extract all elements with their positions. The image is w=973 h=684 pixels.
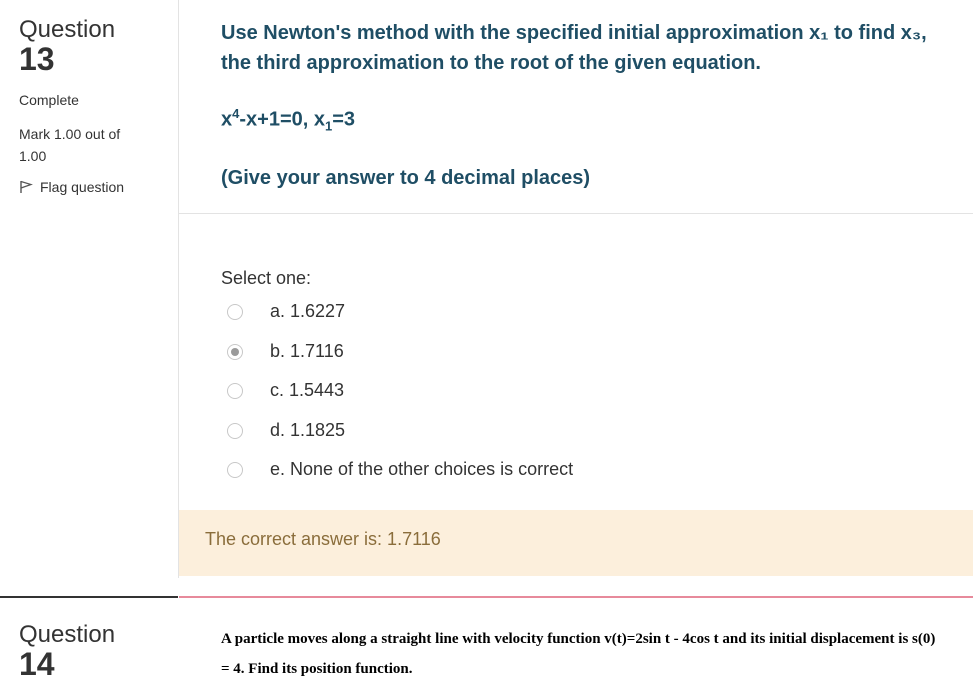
question-14: Question 14 A particle moves along a str… — [0, 596, 973, 682]
radio-button[interactable] — [227, 382, 243, 399]
question-13: Question 13 Complete Mark 1.00 out of 1.… — [0, 0, 973, 578]
question-number: 13 — [19, 41, 55, 77]
question-text: Use Newton's method with the specified i… — [221, 22, 927, 74]
question-text: A particle moves along a straight line w… — [221, 631, 936, 677]
flag-icon — [20, 180, 33, 193]
question-label: Question — [19, 16, 116, 43]
question-content: A particle moves along a straight line w… — [179, 596, 973, 680]
answer-option-label: b. 1.7116 — [270, 341, 344, 361]
question-grade: Mark 1.00 out of 1.00 — [19, 126, 121, 164]
question-hint: (Give your answer to 4 decimal places) — [221, 167, 591, 189]
answer-option-e[interactable]: e. None of the other choices is correct — [227, 459, 573, 480]
correct-answer-text: The correct answer is: 1.7116 — [205, 529, 441, 549]
question-info-panel: Question 14 — [0, 596, 178, 682]
answer-option-b[interactable]: b. 1.7116 — [227, 341, 344, 362]
answer-option-label: a. 1.6227 — [270, 301, 346, 321]
question-state: Complete — [19, 92, 79, 108]
select-one-prompt: Select one: — [221, 268, 312, 288]
question-info-panel: Question 13 Complete Mark 1.00 out of 1.… — [0, 0, 179, 578]
flag-question-link[interactable]: Flag question — [19, 179, 124, 195]
radio-button[interactable] — [227, 461, 243, 478]
answer-option-label: e. None of the other choices is correct — [270, 459, 574, 479]
radio-button[interactable] — [227, 303, 243, 320]
answer-option-label: d. 1.1825 — [270, 420, 346, 440]
answer-option-d[interactable]: d. 1.1825 — [227, 420, 345, 441]
question-label: Question — [19, 621, 116, 648]
answer-option-label: c. 1.5443 — [270, 380, 345, 400]
question-content: Use Newton's method with the specified i… — [179, 0, 973, 578]
radio-button[interactable] — [227, 343, 243, 360]
flag-question-label: Flag question — [40, 179, 125, 195]
radio-button[interactable] — [227, 422, 243, 439]
answer-option-a[interactable]: a. 1.6227 — [227, 301, 345, 322]
divider — [179, 213, 973, 214]
question-equation: x4-x+1=0, x1=3 — [221, 106, 356, 134]
question-number: 14 — [19, 646, 55, 682]
feedback-box: The correct answer is: 1.7116 — [179, 510, 973, 576]
answer-option-c[interactable]: c. 1.5443 — [227, 380, 344, 401]
